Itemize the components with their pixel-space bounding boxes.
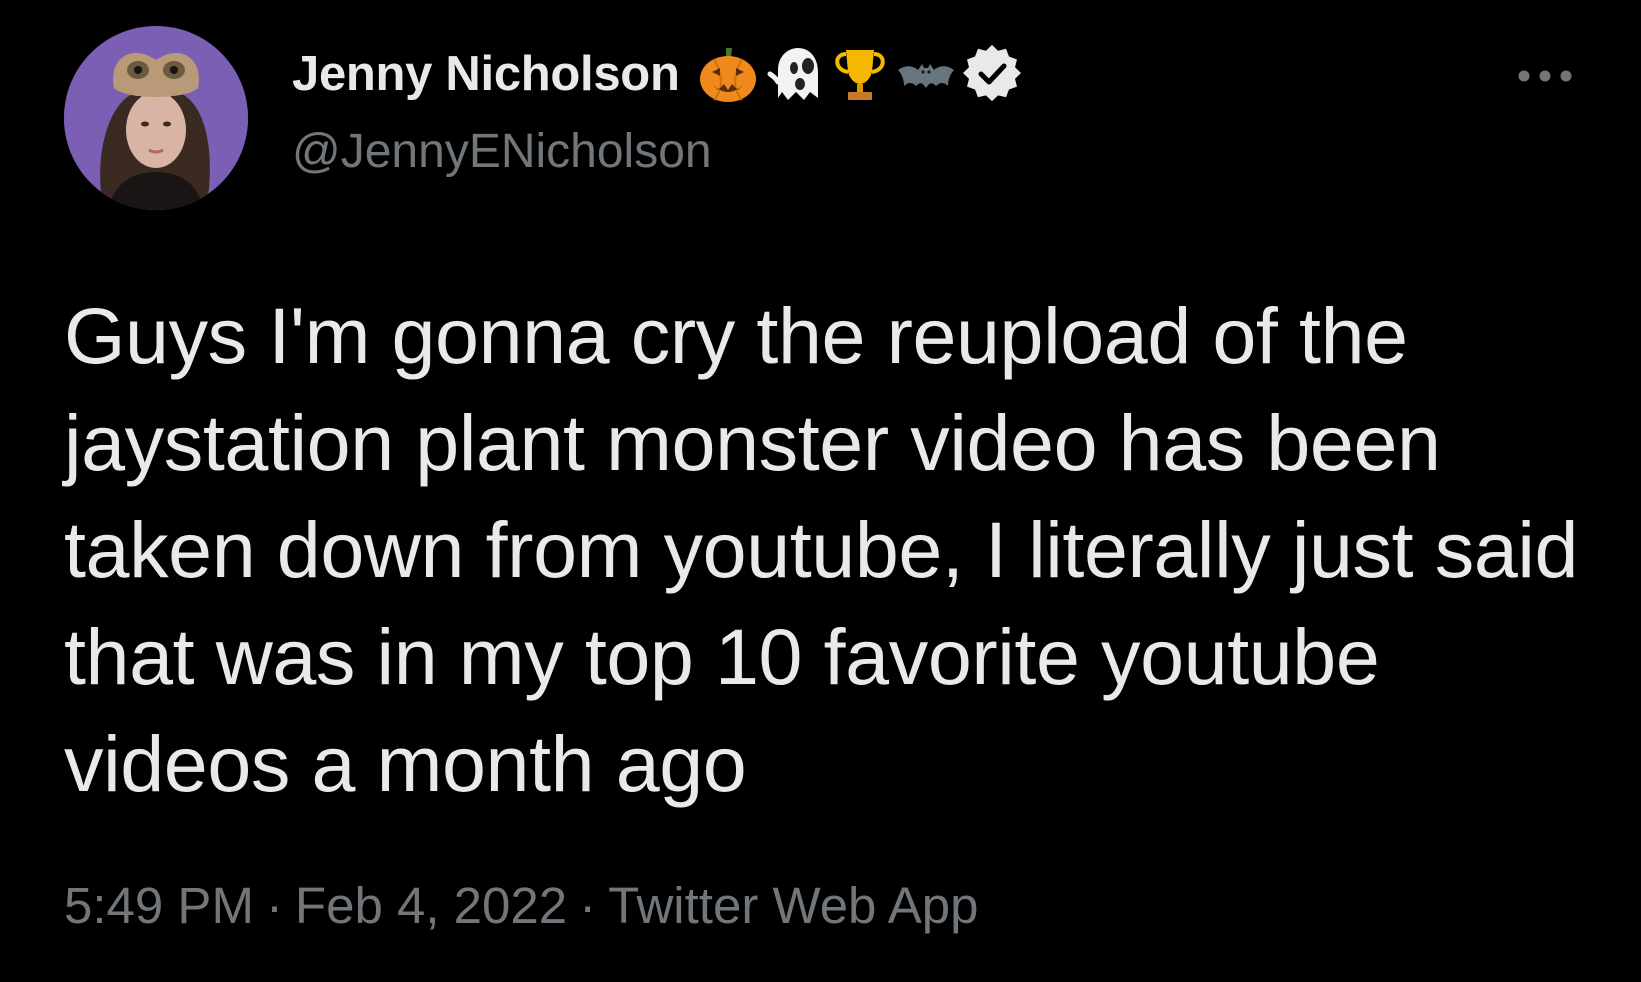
more-icon — [1518, 70, 1572, 82]
author-line: Jenny Nicholson — [292, 44, 1022, 104]
more-options-button[interactable] — [1510, 58, 1580, 94]
separator: · — [265, 877, 283, 934]
display-name[interactable]: Jenny Nicholson — [292, 46, 680, 102]
tweet-time[interactable]: 5:49 PM — [64, 877, 254, 934]
tweet-card: Jenny Nicholson @JennyENicholson Guys I'… — [0, 0, 1641, 982]
handle[interactable]: @JennyENicholson — [292, 124, 712, 179]
trophy-icon — [830, 44, 890, 104]
tweet-metadata: 5:49 PM · Feb 4, 2022 · Twitter Web App — [64, 876, 979, 935]
separator: · — [579, 877, 597, 934]
tweet-text: Guys I'm gonna cry the reupload of the j… — [64, 291, 1579, 808]
ghost-icon — [764, 44, 824, 104]
bat-icon — [896, 44, 956, 104]
avatar[interactable] — [64, 26, 248, 210]
tweet-date[interactable]: Feb 4, 2022 — [295, 877, 567, 934]
verified-badge-icon — [962, 44, 1022, 104]
tweet-source[interactable]: Twitter Web App — [608, 877, 978, 934]
jack-o-lantern-icon — [698, 44, 758, 104]
